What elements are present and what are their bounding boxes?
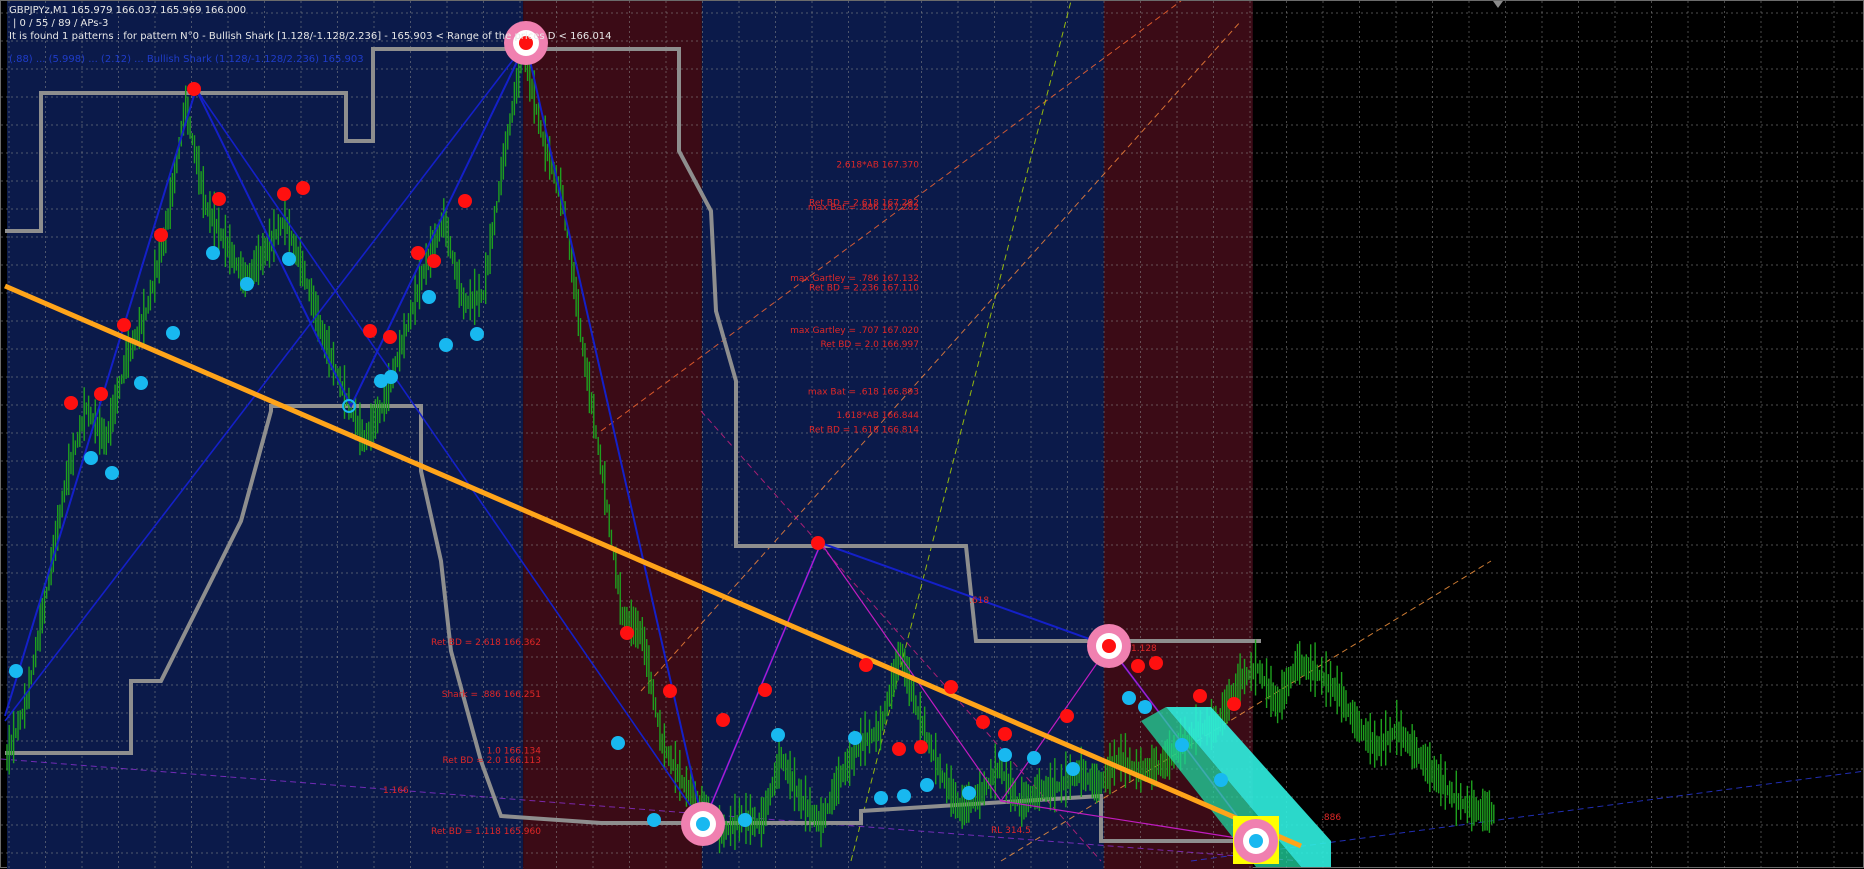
peak-dot xyxy=(212,192,226,206)
peak-dot xyxy=(976,715,990,729)
trough-dot xyxy=(771,728,785,742)
level-label-6: Ret BD = 2.0 166.997 xyxy=(820,340,919,350)
trough-dot xyxy=(1175,738,1189,752)
misc-label-4: RL 314.5 xyxy=(991,826,1031,836)
peak-dot xyxy=(859,658,873,672)
peak-dot xyxy=(458,194,472,208)
level-label-5: max Gartley = .707 167.020 xyxy=(790,326,919,336)
trough-dot xyxy=(611,736,625,750)
level-label-9: Ret BD = 1.618 166.814 xyxy=(809,425,919,435)
trough-dot xyxy=(1122,691,1136,705)
misc-label-1: 1.128 xyxy=(1131,644,1157,654)
trough-dot xyxy=(848,731,862,745)
price-chart[interactable]: 2.618*AB 167.370Ret BD = 2.618 167.292ma… xyxy=(1,1,1864,869)
peak-dot xyxy=(998,727,1012,741)
trough-dot xyxy=(738,813,752,827)
time-zones xyxy=(7,1,1253,869)
trough-dot xyxy=(998,748,1012,762)
level-label-11: Shark = .886 166.251 xyxy=(442,690,541,700)
peak-dot xyxy=(1149,656,1163,670)
peak-dot xyxy=(892,742,906,756)
peak-dot xyxy=(1227,697,1241,711)
peak-dot xyxy=(296,181,310,195)
misc-label-3: 1.166 xyxy=(383,786,409,796)
trough-dot xyxy=(384,370,398,384)
peak-dot xyxy=(187,82,201,96)
level-label-10: Ret BD = 2.618 166.362 xyxy=(431,638,541,648)
chart-stats: | 0 / 55 / 89 / APs-3 xyxy=(13,18,109,29)
trough-dot xyxy=(874,791,888,805)
peak-dot xyxy=(1131,659,1145,673)
peak-dot xyxy=(154,228,168,242)
trough-dot xyxy=(470,327,484,341)
trough-dot xyxy=(422,290,436,304)
level-label-8: 1.618*AB 166.844 xyxy=(836,411,919,421)
peak-dot xyxy=(383,330,397,344)
chart-window[interactable]: 2.618*AB 167.370 Ret BD = 2.618 167.292 ma… xyxy=(0,0,1864,869)
pattern-overlay-text: (.88) ... (5.998) ... (2.12) ... Bullish… xyxy=(9,54,364,65)
target-ring-core xyxy=(1249,834,1263,848)
trough-dot xyxy=(206,246,220,260)
peak-dot xyxy=(64,396,78,410)
peak-dot xyxy=(811,536,825,550)
peak-dot xyxy=(363,324,377,338)
peak-dot xyxy=(758,683,772,697)
pattern-info: It is found 1 patterns : for pattern N°0… xyxy=(9,31,612,42)
trough-dot xyxy=(105,466,119,480)
level-label-13: Ret BD = 2.0 166.113 xyxy=(442,756,541,766)
peak-dot xyxy=(620,626,634,640)
misc-label-0: .618 xyxy=(969,596,989,606)
trough-dot xyxy=(240,277,254,291)
peak-dot xyxy=(716,713,730,727)
peak-dot xyxy=(1193,689,1207,703)
level-label-14: Ret BD = 1.118 165.960 xyxy=(431,827,541,837)
trough-dot xyxy=(1138,700,1152,714)
level-label-2: max Bat = .886 167.282 xyxy=(808,203,919,213)
peak-dot xyxy=(411,246,425,260)
peak-dot xyxy=(117,318,131,332)
trough-dot xyxy=(1214,773,1228,787)
trough-dot xyxy=(1066,762,1080,776)
trough-dot xyxy=(84,451,98,465)
peak-dot xyxy=(1060,709,1074,723)
trough-dot xyxy=(439,338,453,352)
chart-title: GBPJPYz,M1 165.979 166.037 165.969 166.0… xyxy=(9,5,247,16)
peak-dot xyxy=(427,254,441,268)
trough-dot xyxy=(920,778,934,792)
peak-dot xyxy=(94,387,108,401)
target-ring-core xyxy=(696,817,710,831)
level-label-0: 2.618*AB 167.370 xyxy=(836,161,919,171)
trough-dot xyxy=(897,789,911,803)
trough-dot xyxy=(962,786,976,800)
misc-label-2: .886 xyxy=(1321,813,1341,823)
peak-dot xyxy=(277,187,291,201)
peak-dot xyxy=(914,740,928,754)
peak-dot xyxy=(944,680,958,694)
peak-dot xyxy=(663,684,677,698)
level-label-7: max Bat = .618 166.893 xyxy=(808,387,919,397)
trough-dot xyxy=(282,252,296,266)
target-ring-core xyxy=(1102,639,1116,653)
level-label-4: Ret BD = 2.236 167.110 xyxy=(809,284,919,294)
chart-shift-marker[interactable] xyxy=(1493,1,1503,8)
trough-dot xyxy=(9,664,23,678)
trough-dot xyxy=(1027,751,1041,765)
trough-dot xyxy=(134,376,148,390)
trough-dot xyxy=(647,813,661,827)
trough-dot xyxy=(166,326,180,340)
